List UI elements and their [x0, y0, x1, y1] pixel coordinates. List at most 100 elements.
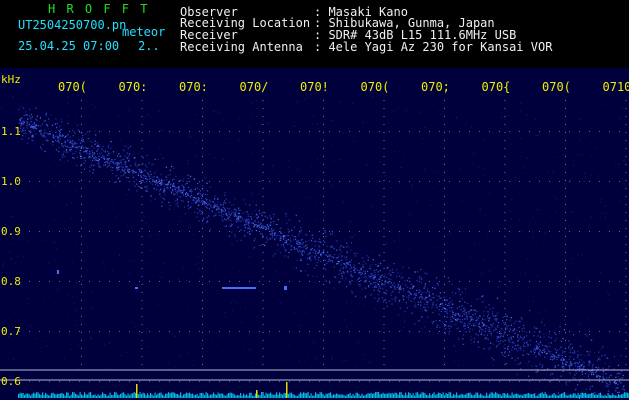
y-gridline-dot [119, 381, 120, 382]
y-gridline-dot [359, 381, 360, 382]
y-gridline-dot [599, 281, 600, 282]
y-gridline-dot [499, 181, 500, 182]
x-gridline-dot [141, 100, 143, 101]
x-gridline-dot [565, 244, 566, 245]
y-gridline-dot [539, 231, 540, 232]
detection-marker [136, 384, 138, 398]
x-gridline-dot [81, 108, 82, 109]
x-gridline-dot [81, 260, 82, 261]
y-gridline-dot [79, 281, 80, 282]
x-gridline-dot [323, 276, 324, 277]
y-gridline-dot [479, 131, 480, 132]
y-gridline-dot [579, 381, 580, 382]
x-gridline-dot [625, 156, 627, 157]
x-gridline-dot [383, 364, 385, 365]
y-gridline-dot [89, 181, 90, 182]
x-gridline-dot [323, 212, 324, 213]
x-gridline-dot [383, 252, 385, 253]
x-gridline-dot [323, 188, 324, 189]
y-gridline-dot [319, 381, 320, 382]
x-gridline-dot [262, 260, 264, 261]
spectrogram: 1.1 1.0 0.9 0.8 0.7 0.6 070(070: 070: 070/070! 0… [0, 68, 629, 400]
x-gridline-dot [504, 172, 506, 173]
y-tick-label: 0.7 [1, 325, 21, 338]
x-gridline-dot [565, 212, 566, 213]
y-gridline-dot [199, 331, 200, 332]
y-gridline-dot [49, 281, 50, 282]
x-gridline-dot [504, 244, 506, 245]
x-gridline-dot [141, 204, 143, 205]
y-gridline-dot [389, 331, 390, 332]
x-gridline-dot [141, 212, 143, 213]
x-gridline-dot [625, 140, 627, 141]
x-gridline-dot [323, 252, 324, 253]
y-gridline-dot [479, 331, 480, 332]
x-gridline-dot [565, 148, 566, 149]
y-gridline-dot [459, 231, 460, 232]
y-gridline-dot [619, 331, 620, 332]
y-gridline-dot [569, 281, 570, 282]
y-gridline-dot [249, 381, 250, 382]
x-gridline-dot [262, 252, 264, 253]
x-gridline-dot [81, 180, 82, 181]
y-gridline-dot [19, 231, 20, 232]
x-gridline-dot [202, 364, 203, 365]
y-gridline-dot [319, 331, 320, 332]
y-gridline-dot [169, 131, 170, 132]
x-gridline-dot [625, 204, 627, 205]
x-gridline-dot [565, 180, 566, 181]
y-gridline-dot [149, 231, 150, 232]
y-gridline-dot [169, 331, 170, 332]
x-gridline-dot [262, 140, 264, 141]
x-gridline-dot [383, 340, 385, 341]
y-gridline-dot [109, 231, 110, 232]
x-gridline-dot [262, 300, 264, 301]
y-gridline-dot [449, 131, 450, 132]
y-gridline-dot [169, 281, 170, 282]
x-gridline-dot [141, 348, 143, 349]
x-gridline-dot [504, 132, 506, 133]
y-gridline-dot [489, 381, 490, 382]
x-gridline-dot [141, 252, 143, 253]
y-gridline-dot [519, 181, 520, 182]
y-gridline-dot [219, 231, 220, 232]
y-gridline-dot [159, 281, 160, 282]
x-gridline-dot [444, 188, 445, 189]
x-gridline-dot [625, 100, 627, 101]
y-gridline-dot [389, 231, 390, 232]
x-gridline-dot [141, 124, 143, 125]
x-gridline-dot [504, 236, 506, 237]
x-gridline-dot [444, 268, 445, 269]
y-gridline-dot [619, 381, 620, 382]
x-gridline-dot [383, 164, 385, 165]
y-gridline-dot [609, 181, 610, 182]
y-gridline-dot [309, 381, 310, 382]
y-gridline-dot [449, 231, 450, 232]
y-gridline-dot [409, 131, 410, 132]
x-gridline-dot [383, 244, 385, 245]
y-gridline-dot [579, 181, 580, 182]
x-gridline-dot [202, 204, 203, 205]
x-gridline-dot [81, 132, 82, 133]
x-gridline-dot [141, 132, 143, 133]
x-gridline-dot [81, 300, 82, 301]
x-gridline-dot [444, 284, 445, 285]
x-gridline-dot [625, 236, 627, 237]
x-gridline-dot [625, 164, 627, 165]
x-gridline-dot [81, 236, 82, 237]
x-gridline-dot [81, 292, 82, 293]
x-gridline-dot [81, 204, 82, 205]
y-gridline-dot [559, 231, 560, 232]
y-gridline-dot [439, 381, 440, 382]
y-gridline-dot [89, 131, 90, 132]
y-gridline-dot [269, 131, 270, 132]
x-gridline-dot [141, 108, 143, 109]
x-gridline-dot [202, 124, 203, 125]
x-gridline-dot [565, 300, 566, 301]
x-gridline-dot [141, 140, 143, 141]
y-gridline-dot [379, 331, 380, 332]
x-gridline-dot [444, 172, 445, 173]
x-gridline-dot [565, 252, 566, 253]
x-gridline-dot [565, 356, 566, 357]
x-gridline-dot [625, 124, 627, 125]
